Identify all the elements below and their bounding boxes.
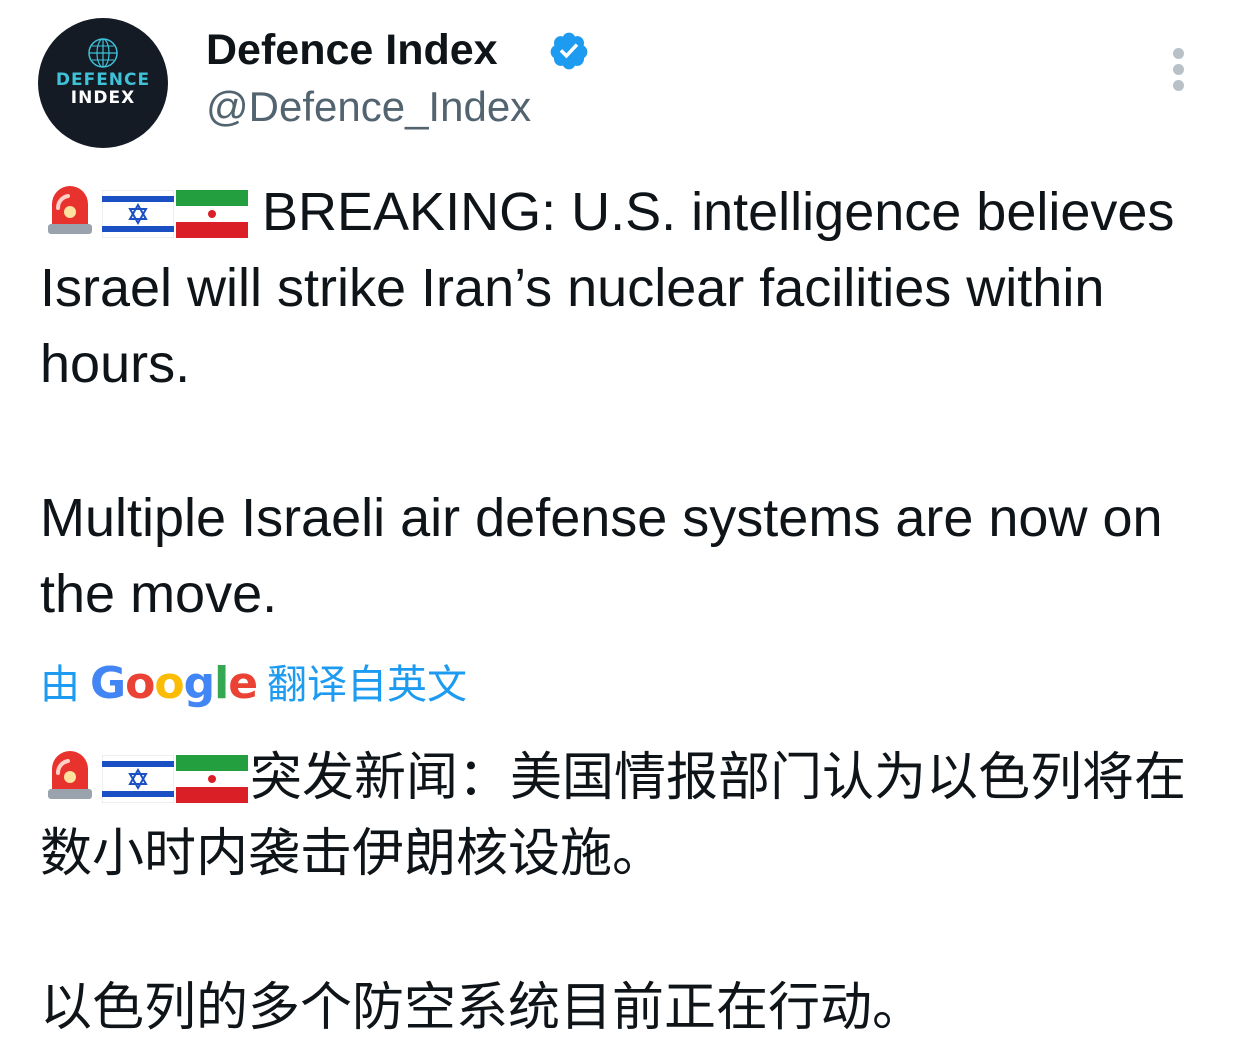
more-options-icon[interactable]	[1162, 44, 1196, 94]
google-logo: Google	[90, 658, 258, 709]
translation-prefix: 由	[40, 662, 80, 708]
iran-flag-emoji	[176, 190, 248, 238]
avatar-text-top: DEFENCE	[55, 70, 151, 90]
avatar[interactable]: DEFENCE INDEX	[38, 18, 168, 148]
display-name[interactable]: Defence Index	[206, 24, 498, 76]
rotating-light-emoji	[48, 751, 92, 799]
translated-paragraph-1: 突发新闻：美国情报部门认为以色列将在数小时内袭击伊朗核设施。	[40, 740, 1220, 892]
rotating-light-emoji	[48, 186, 92, 234]
translation-attribution[interactable]: 由 Google 翻译自英文	[40, 652, 467, 716]
tweet-text-paragraph-1: BREAKING: U.S. intelligence believes Isr…	[40, 174, 1220, 402]
avatar-text-bottom: INDEX	[70, 88, 136, 108]
tweet-card: DEFENCE INDEX Defence Index @Defence_Ind…	[0, 0, 1242, 1061]
translation-suffix: 翻译自英文	[267, 662, 468, 708]
tweet-text-paragraph-2: Multiple Israeli air defense systems are…	[40, 488, 1163, 624]
translated-paragraph-2: 以色列的多个防空系统目前正在行动。	[40, 978, 925, 1038]
israel-flag-emoji	[102, 755, 174, 803]
account-handle[interactable]: @Defence_Index	[206, 82, 531, 132]
iran-flag-emoji	[176, 755, 248, 803]
verified-badge-icon	[550, 32, 588, 70]
globe-icon	[88, 38, 118, 68]
israel-flag-emoji	[102, 190, 174, 238]
